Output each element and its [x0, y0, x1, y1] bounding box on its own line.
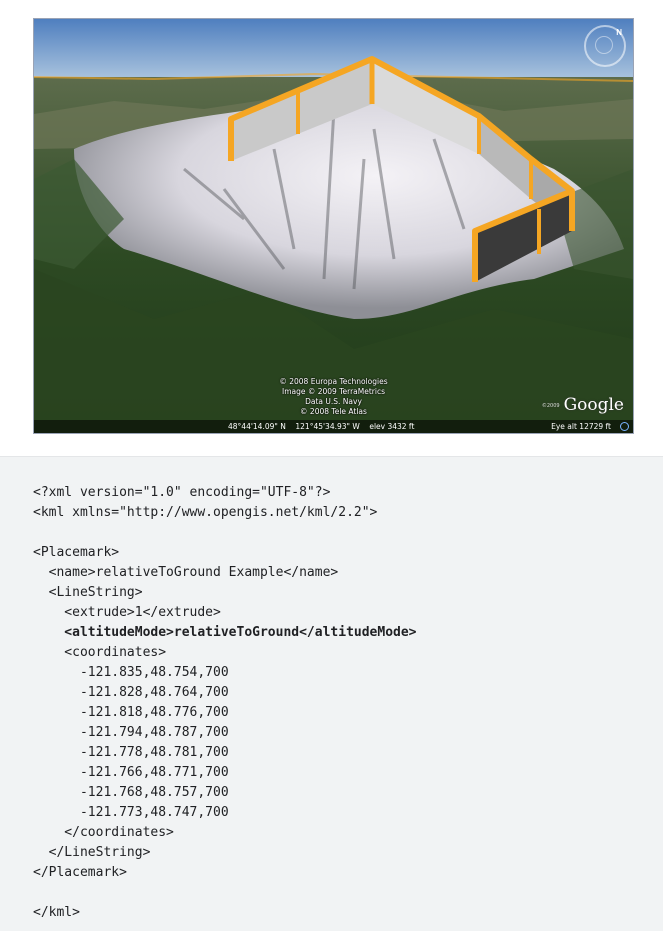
- code-listing: <?xml version="1.0" encoding="UTF-8"?> <k…: [0, 457, 663, 923]
- code-line: </kml>: [33, 905, 80, 920]
- code-line: -121.794,48.787,700: [33, 725, 229, 740]
- code-line: -121.818,48.776,700: [33, 705, 229, 720]
- status-bar: 48°44'14.09" N 121°45'34.93" W elev 3432…: [34, 420, 633, 433]
- eye-altitude: Eye alt 12729 ft: [551, 422, 611, 431]
- code-line: </LineString>: [33, 845, 151, 860]
- latitude: 48°44'14.09" N: [228, 422, 286, 431]
- code-line: <LineString>: [33, 585, 143, 600]
- terrain-view: [34, 19, 633, 433]
- code-line: <kml xmlns="http://www.opengis.net/kml/2…: [33, 505, 378, 520]
- code-line: <coordinates>: [33, 645, 167, 660]
- longitude: 121°45'34.93" W: [295, 422, 360, 431]
- code-line: -121.768,48.757,700: [33, 785, 229, 800]
- code-line: -121.778,48.781,700: [33, 745, 229, 760]
- streaming-indicator-icon: [620, 422, 629, 431]
- code-line: -121.766,48.771,700: [33, 765, 229, 780]
- code-line: <extrude>1</extrude>: [33, 605, 221, 620]
- code-line: -121.773,48.747,700: [33, 805, 229, 820]
- code-line: -121.828,48.764,700: [33, 685, 229, 700]
- code-line: -121.835,48.754,700: [33, 665, 229, 680]
- code-line: <name>relativeToGround Example</name>: [33, 565, 339, 580]
- compass-icon[interactable]: N: [584, 25, 626, 67]
- logo-text: Google: [563, 395, 624, 415]
- google-earth-screenshot: N © 2008 Europa Technologies Image © 200…: [33, 18, 634, 434]
- pointer-coordinates: 48°44'14.09" N 121°45'34.93" W elev 3432…: [228, 420, 414, 433]
- code-line: </Placemark>: [33, 865, 127, 880]
- compass-north-label: N: [616, 28, 622, 37]
- elevation: elev 3432 ft: [369, 422, 415, 431]
- attribution-line: © 2008 Europa Technologies: [279, 377, 388, 386]
- google-logo: ©2009 Google: [542, 395, 624, 415]
- kml-code-block: <?xml version="1.0" encoding="UTF-8"?> <k…: [0, 456, 663, 931]
- code-line: <altitudeMode>relativeToGround</altitude…: [33, 625, 417, 640]
- code-line: <Placemark>: [33, 545, 120, 560]
- code-line: </coordinates>: [33, 825, 174, 840]
- logo-copyright: ©2009: [541, 402, 560, 409]
- code-line: <?xml version="1.0" encoding="UTF-8"?>: [33, 485, 331, 500]
